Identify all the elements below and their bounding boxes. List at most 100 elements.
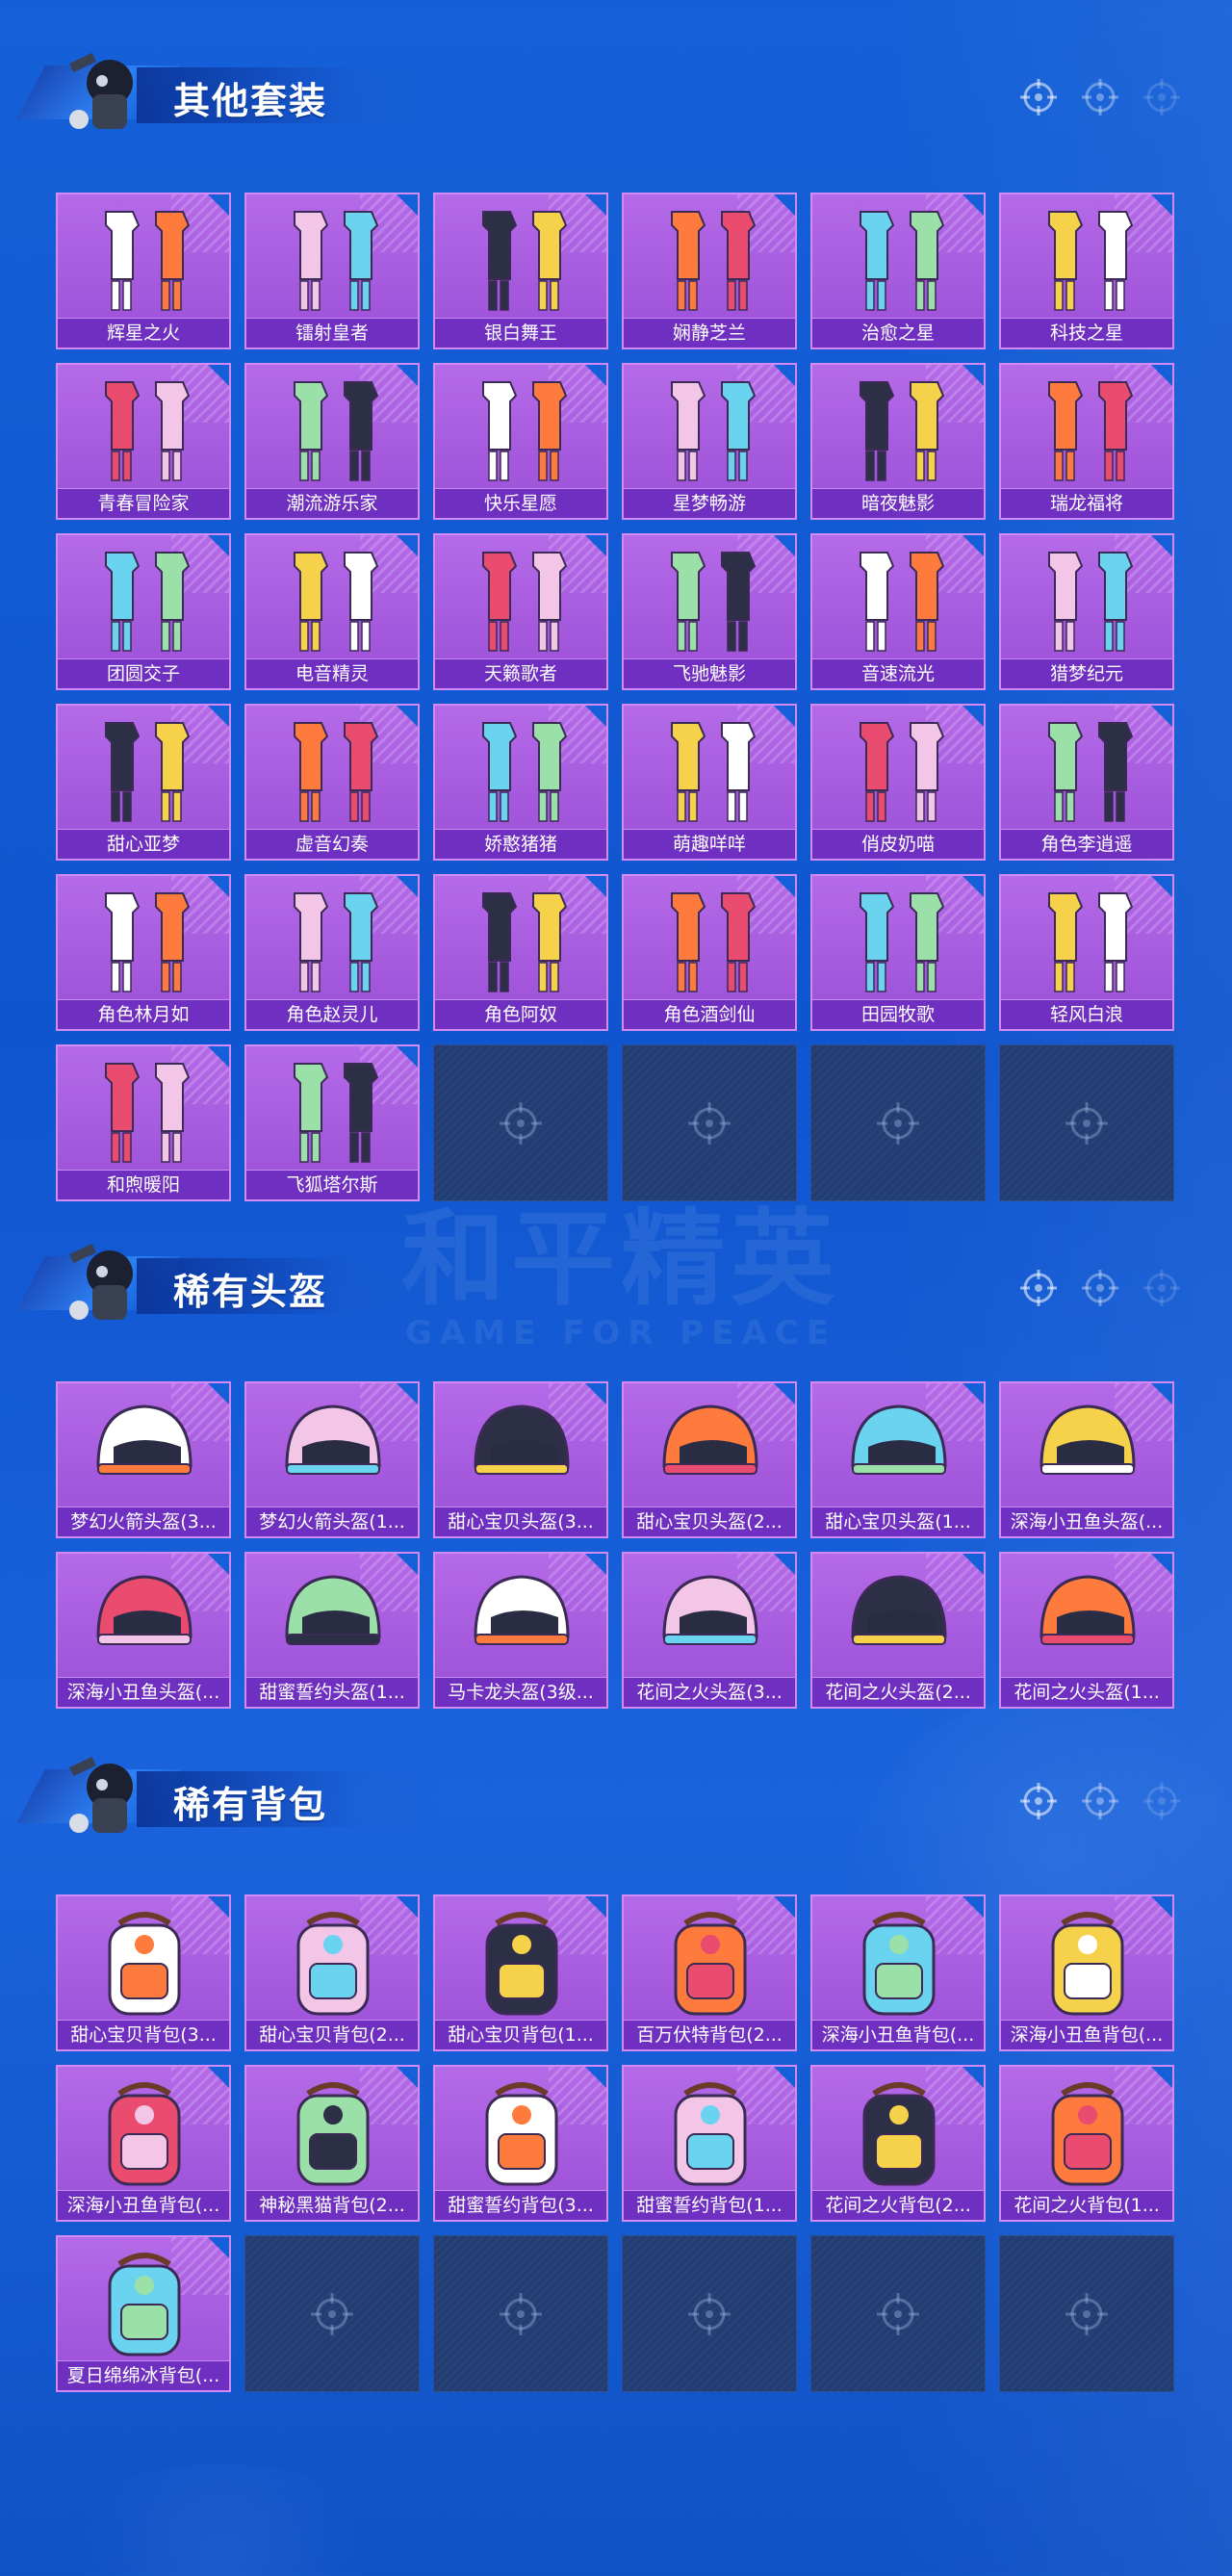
- backpack-item-card[interactable]: 甜心宝贝背包(3...: [56, 1894, 231, 2051]
- item-label: 飞狐塔尔斯: [246, 1170, 418, 1199]
- card-corner: [585, 1896, 606, 1918]
- page: 和平精英 GAME FOR PEACE 其他套装 辉星之火 镭射皇者 银白舞王 娴静芝…: [0, 0, 1232, 2576]
- outfit-item-card[interactable]: 虚音幻奏: [244, 704, 420, 861]
- helmet-item-card[interactable]: 花间之火头盔(1...: [999, 1552, 1174, 1709]
- outfit-item-card[interactable]: 角色阿奴: [433, 874, 608, 1031]
- card-corner: [208, 1554, 229, 1575]
- outfit-item-card[interactable]: 天籁歌者: [433, 533, 608, 690]
- backpack-item-card[interactable]: 花间之火背包(2...: [810, 2065, 986, 2222]
- outfit-item-card[interactable]: 萌趣咩咩: [622, 704, 797, 861]
- outfit-item-card[interactable]: 治愈之星: [810, 193, 986, 349]
- outfit-item-card[interactable]: 甜心亚梦: [56, 704, 231, 861]
- crosshair-icon: [1143, 79, 1180, 116]
- card-corner: [1151, 535, 1172, 556]
- backpack-image: [108, 2082, 181, 2186]
- backpack-item-card[interactable]: 百万伏特背包(2...: [622, 1894, 797, 2051]
- item-label: 青春冒险家: [58, 488, 229, 518]
- backpack-item-card[interactable]: 花间之火背包(1...: [999, 2065, 1174, 2222]
- item-label: 甜心宝贝背包(2...: [246, 2020, 418, 2049]
- backpack-item-card[interactable]: 深海小丑鱼背包(...: [810, 1894, 986, 2051]
- helmet-item-card[interactable]: 梦幻火箭头盔(1...: [244, 1381, 420, 1538]
- outfit-item-card[interactable]: 镭射皇者: [244, 193, 420, 349]
- backpack-item-card[interactable]: 甜心宝贝背包(2...: [244, 1894, 420, 2051]
- item-label: 镭射皇者: [246, 318, 418, 348]
- item-label: 深海小丑鱼头盔(...: [58, 1677, 229, 1707]
- helmet-image: [851, 1575, 947, 1645]
- outfit-item-card[interactable]: 轻风白浪: [999, 874, 1174, 1031]
- item-grid: 甜心宝贝背包(3... 甜心宝贝背包(2... 甜心宝贝背包(1... 百万伏特背包(…: [56, 1894, 1174, 2392]
- outfit-image: [294, 381, 379, 481]
- outfit-item-card[interactable]: 暗夜魅影: [810, 363, 986, 520]
- card-corner: [962, 365, 984, 386]
- helmet-item-card[interactable]: 花间之火头盔(3...: [622, 1552, 797, 1709]
- outfit-item-card[interactable]: 团圆交子: [56, 533, 231, 690]
- helmet-item-card[interactable]: 甜心宝贝头盔(3...: [433, 1381, 608, 1538]
- backpack-item-card[interactable]: 甜蜜誓约背包(1...: [622, 2065, 797, 2222]
- outfit-item-card[interactable]: 角色林月如: [56, 874, 231, 1031]
- outfit-item-card[interactable]: 角色酒剑仙: [622, 874, 797, 1031]
- outfit-image: [1048, 892, 1134, 992]
- item-label: 音速流光: [812, 658, 984, 688]
- outfit-item-card[interactable]: 猎梦纪元: [999, 533, 1174, 690]
- item-label: 辉星之火: [58, 318, 229, 348]
- card-corner: [585, 706, 606, 727]
- outfit-item-card[interactable]: 角色李逍遥: [999, 704, 1174, 861]
- outfit-item-card[interactable]: 辉星之火: [56, 193, 231, 349]
- outfit-item-card[interactable]: 音速流光: [810, 533, 986, 690]
- card-corner: [962, 194, 984, 216]
- item-label: 甜心宝贝头盔(1...: [812, 1507, 984, 1536]
- item-label: 梦幻火箭头盔(1...: [246, 1507, 418, 1536]
- outfit-item-card[interactable]: 潮流游乐家: [244, 363, 420, 520]
- crosshair-icon: [1143, 1270, 1180, 1306]
- outfit-image: [860, 552, 945, 652]
- item-label: 角色林月如: [58, 999, 229, 1029]
- outfit-item-card[interactable]: 角色赵灵儿: [244, 874, 420, 1031]
- outfit-item-card[interactable]: 田园牧歌: [810, 874, 986, 1031]
- outfit-item-card[interactable]: 星梦畅游: [622, 363, 797, 520]
- outfit-item-card[interactable]: 俏皮奶喵: [810, 704, 986, 861]
- card-corner: [397, 1046, 418, 1068]
- section-header: 稀有背包: [16, 1742, 445, 1848]
- crosshair-icon: [1020, 79, 1057, 116]
- outfit-item-card[interactable]: 娇憨猪猪: [433, 704, 608, 861]
- outfit-item-card[interactable]: 飞狐塔尔斯: [244, 1044, 420, 1201]
- outfit-image: [671, 552, 757, 652]
- outfit-item-card[interactable]: 电音精灵: [244, 533, 420, 690]
- crosshair-icon: [1082, 79, 1118, 116]
- outfit-item-card[interactable]: 飞驰魅影: [622, 533, 797, 690]
- item-label: 天籁歌者: [435, 658, 606, 688]
- helmet-item-card[interactable]: 花间之火头盔(2...: [810, 1552, 986, 1709]
- section-title: 其他套装: [173, 80, 328, 122]
- outfit-image: [482, 552, 568, 652]
- helmet-item-card[interactable]: 深海小丑鱼头盔(...: [999, 1381, 1174, 1538]
- item-label: 花间之火头盔(2...: [812, 1677, 984, 1707]
- soldier-avatar-icon: [69, 1244, 133, 1320]
- backpack-item-card[interactable]: 神秘黑猫背包(2...: [244, 2065, 420, 2222]
- helmet-item-card[interactable]: 深海小丑鱼头盔(...: [56, 1552, 231, 1709]
- helmet-item-card[interactable]: 甜蜜誓约头盔(1...: [244, 1552, 420, 1709]
- card-corner: [585, 876, 606, 897]
- outfit-item-card[interactable]: 青春冒险家: [56, 363, 231, 520]
- outfit-item-card[interactable]: 银白舞王: [433, 193, 608, 349]
- backpack-item-card[interactable]: 夏日绵绵冰背包(...: [56, 2235, 231, 2392]
- item-label: 科技之星: [1001, 318, 1172, 348]
- helmet-item-card[interactable]: 甜心宝贝头盔(1...: [810, 1381, 986, 1538]
- item-label: 甜心亚梦: [58, 829, 229, 859]
- outfit-image: [1048, 552, 1134, 652]
- outfit-item-card[interactable]: 科技之星: [999, 193, 1174, 349]
- card-corner: [774, 706, 795, 727]
- helmet-item-card[interactable]: 梦幻火箭头盔(3...: [56, 1381, 231, 1538]
- outfit-item-card[interactable]: 瑞龙福将: [999, 363, 1174, 520]
- helmet-item-card[interactable]: 马卡龙头盔(3级...: [433, 1552, 608, 1709]
- backpack-item-card[interactable]: 甜蜜誓约背包(3...: [433, 2065, 608, 2222]
- backpack-item-card[interactable]: 深海小丑鱼背包(...: [999, 1894, 1174, 2051]
- backpack-item-card[interactable]: 深海小丑鱼背包(...: [56, 2065, 231, 2222]
- backpack-item-card[interactable]: 甜心宝贝背包(1...: [433, 1894, 608, 2051]
- outfit-item-card[interactable]: 娴静芝兰: [622, 193, 797, 349]
- helmet-item-card[interactable]: 甜心宝贝头盔(2...: [622, 1381, 797, 1538]
- outfit-item-card[interactable]: 快乐星愿: [433, 363, 608, 520]
- outfit-image: [294, 211, 379, 311]
- outfit-image: [860, 211, 945, 311]
- item-label: 快乐星愿: [435, 488, 606, 518]
- outfit-item-card[interactable]: 和煦暖阳: [56, 1044, 231, 1201]
